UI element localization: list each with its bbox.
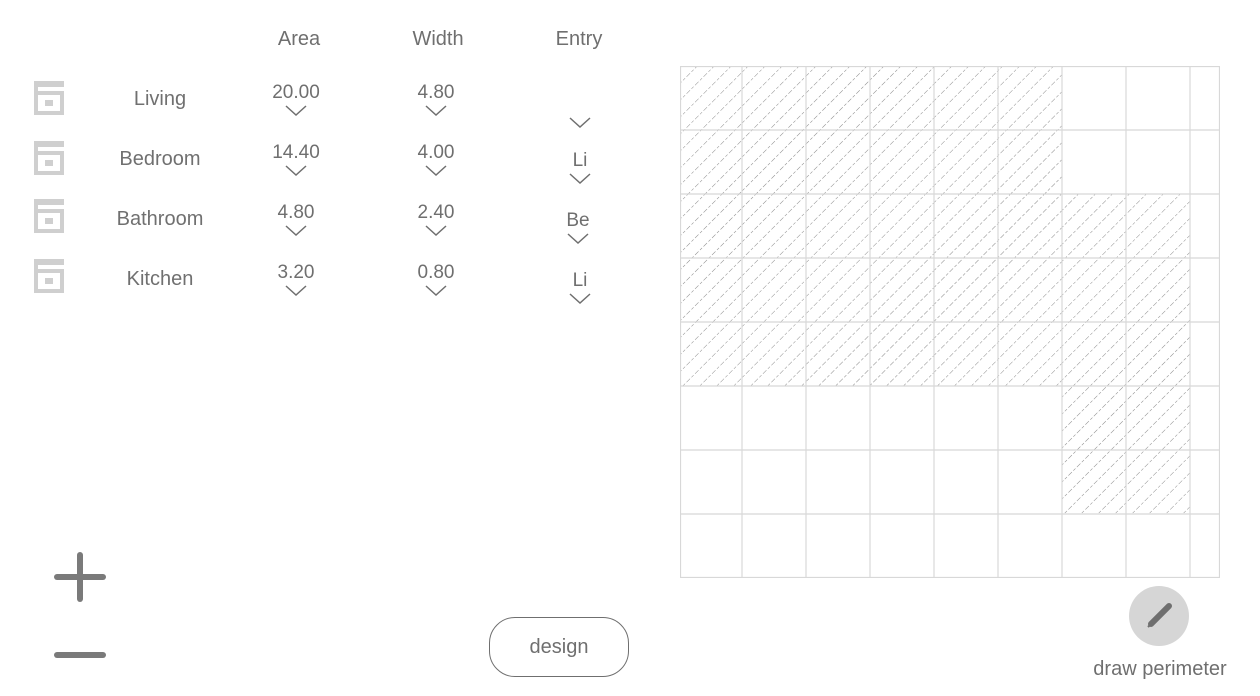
hatched-cells — [680, 66, 1190, 514]
hatched-cell[interactable] — [998, 322, 1062, 386]
hatched-cell[interactable] — [806, 66, 870, 130]
column-header-width: Width — [412, 28, 464, 50]
hatched-cell[interactable] — [1062, 258, 1126, 322]
chevron-down-icon[interactable] — [566, 232, 590, 246]
hatched-cell[interactable] — [806, 322, 870, 386]
chevron-down-icon[interactable] — [424, 104, 448, 118]
hatched-cell[interactable] — [1126, 194, 1190, 258]
hatched-cell[interactable] — [870, 194, 934, 258]
hatched-cell[interactable] — [1126, 258, 1190, 322]
hatched-cell[interactable] — [998, 194, 1062, 258]
hatched-cell[interactable] — [806, 258, 870, 322]
entry-value: Li — [572, 270, 588, 291]
width-value: 4.00 — [417, 142, 455, 163]
entry-value: Be — [566, 210, 590, 231]
area-select[interactable]: 20.00 — [256, 82, 336, 118]
chevron-down-icon[interactable] — [568, 292, 592, 306]
hatched-cell[interactable] — [806, 130, 870, 194]
remove-room-button[interactable] — [54, 650, 106, 660]
hatched-cell[interactable] — [1062, 450, 1126, 514]
plus-icon — [54, 552, 106, 602]
area-select[interactable]: 14.40 — [256, 142, 336, 178]
room-name: Living — [133, 88, 187, 110]
area-value: 20.00 — [272, 82, 320, 103]
floor-plan-canvas[interactable] — [679, 65, 1221, 579]
hatched-cell[interactable] — [998, 66, 1062, 130]
chevron-down-icon[interactable] — [284, 284, 308, 298]
storage-box-icon[interactable] — [33, 140, 65, 176]
minus-icon — [54, 652, 106, 658]
hatched-cell[interactable] — [742, 66, 806, 130]
hatched-cell[interactable] — [998, 130, 1062, 194]
area-value: 3.20 — [277, 262, 315, 283]
room-name: Bedroom — [119, 148, 201, 170]
hatched-cell[interactable] — [1126, 450, 1190, 514]
hatched-cell[interactable] — [870, 258, 934, 322]
hatched-cell[interactable] — [934, 322, 998, 386]
hatched-cell[interactable] — [934, 130, 998, 194]
room-name: Kitchen — [126, 268, 194, 290]
chevron-down-icon[interactable] — [284, 224, 308, 238]
hatched-cell[interactable] — [1062, 322, 1126, 386]
chevron-down-icon[interactable] — [568, 116, 592, 130]
hatched-cell[interactable] — [870, 130, 934, 194]
hatched-cell[interactable] — [1126, 386, 1190, 450]
hatched-cell[interactable] — [1062, 386, 1126, 450]
hatched-cell[interactable] — [680, 322, 742, 386]
draw-perimeter-button[interactable] — [1129, 586, 1189, 646]
column-header-entry: Entry — [555, 28, 603, 50]
entry-select[interactable]: Be — [548, 210, 608, 246]
pencil-icon — [1147, 603, 1172, 628]
hatched-cell[interactable] — [1062, 194, 1126, 258]
storage-box-icon[interactable] — [33, 198, 65, 234]
entry-value — [550, 94, 610, 116]
entry-select[interactable]: Li — [550, 270, 610, 306]
chevron-down-icon[interactable] — [424, 284, 448, 298]
hatched-cell[interactable] — [680, 194, 742, 258]
hatched-cell[interactable] — [934, 258, 998, 322]
hatched-cell[interactable] — [934, 194, 998, 258]
hatched-cell[interactable] — [680, 66, 742, 130]
hatched-cell[interactable] — [870, 322, 934, 386]
hatched-cell[interactable] — [998, 258, 1062, 322]
chevron-down-icon[interactable] — [284, 164, 308, 178]
draw-perimeter-label: draw perimeter — [1093, 658, 1227, 680]
chevron-down-icon[interactable] — [424, 224, 448, 238]
storage-box-icon[interactable] — [33, 80, 65, 116]
design-button[interactable]: design — [489, 617, 629, 677]
floor-plan-grid[interactable] — [679, 65, 1221, 579]
hatched-cell[interactable] — [742, 194, 806, 258]
hatched-cell[interactable] — [1126, 322, 1190, 386]
chevron-down-icon[interactable] — [284, 104, 308, 118]
room-name: Bathroom — [116, 208, 204, 230]
chevron-down-icon[interactable] — [568, 172, 592, 186]
width-value: 0.80 — [417, 262, 455, 283]
hatched-cell[interactable] — [934, 66, 998, 130]
area-select[interactable]: 4.80 — [256, 202, 336, 238]
add-room-button[interactable] — [54, 552, 106, 604]
width-value: 2.40 — [417, 202, 455, 223]
entry-select[interactable] — [550, 94, 610, 130]
area-value: 4.80 — [277, 202, 315, 223]
hatched-cell[interactable] — [742, 322, 806, 386]
storage-box-icon[interactable] — [33, 258, 65, 294]
hatched-cell[interactable] — [680, 130, 742, 194]
entry-select[interactable]: Li — [550, 150, 610, 186]
chevron-down-icon[interactable] — [424, 164, 448, 178]
entry-value: Li — [572, 150, 588, 171]
hatched-cell[interactable] — [806, 194, 870, 258]
column-header-area: Area — [277, 28, 321, 50]
width-value: 4.80 — [417, 82, 455, 103]
width-select[interactable]: 4.00 — [396, 142, 476, 178]
area-select[interactable]: 3.20 — [256, 262, 336, 298]
hatched-cell[interactable] — [680, 258, 742, 322]
width-select[interactable]: 2.40 — [396, 202, 476, 238]
width-select[interactable]: 0.80 — [396, 262, 476, 298]
area-value: 14.40 — [272, 142, 320, 163]
hatched-cell[interactable] — [742, 258, 806, 322]
hatched-cell[interactable] — [742, 130, 806, 194]
width-select[interactable]: 4.80 — [396, 82, 476, 118]
hatched-cell[interactable] — [870, 66, 934, 130]
